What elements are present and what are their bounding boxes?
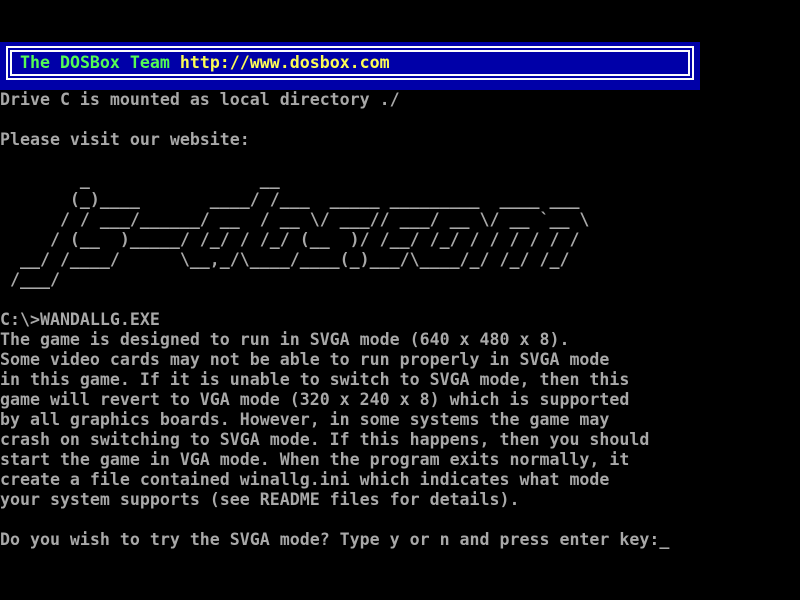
terminal-cursor[interactable]: _ (659, 530, 669, 549)
jsdos-ascii-logo: _ __ (_)____ ____/ /___ _____ _________ … (0, 170, 589, 289)
terminal-lines-bottom: C:\>WANDALLG.EXE The game is designed to… (0, 310, 659, 549)
dosbox-url-label: http://www.dosbox.com (170, 53, 390, 72)
dosbox-credit-box-border: The DOSBox Team http://www.dosbox.com (6, 46, 694, 80)
dosbox-credit-title: The DOSBox Team http://www.dosbox.com (20, 52, 688, 74)
terminal-lines-top: Drive C is mounted as local directory ./… (0, 90, 400, 149)
dosbox-team-label: The DOSBox Team (20, 53, 170, 72)
dosbox-credit-box: The DOSBox Team http://www.dosbox.com (0, 42, 700, 90)
terminal-screen[interactable]: Drive C is mounted as local directory ./… (0, 90, 669, 550)
